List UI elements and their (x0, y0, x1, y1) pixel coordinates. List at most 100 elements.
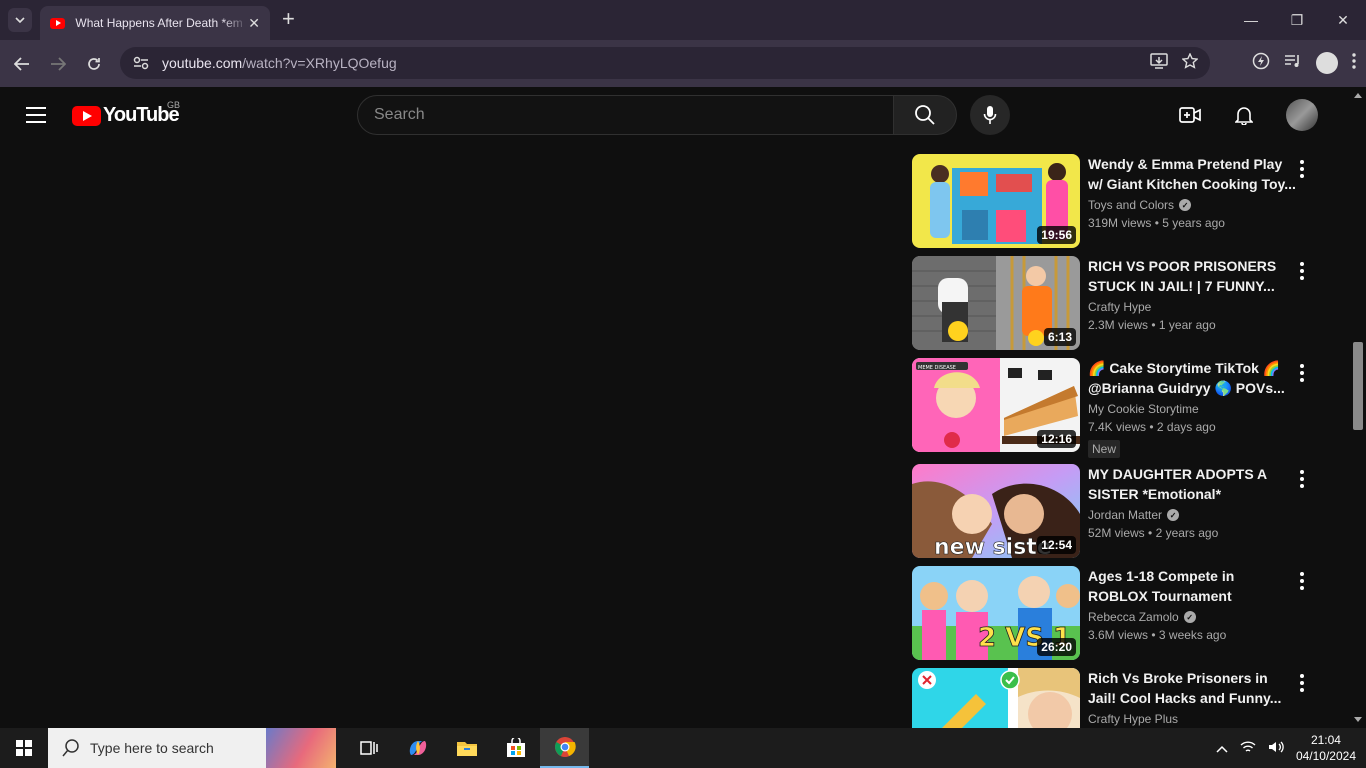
video-title[interactable]: RICH VS POOR PRISONERS STUCK IN JAIL! | … (1088, 256, 1298, 296)
video-title[interactable]: Wendy & Emma Pretend Play w/ Giant Kitch… (1088, 154, 1298, 194)
browser-tab-strip: What Happens After Death *em ✕ + — ❐ ✕ (0, 0, 1366, 40)
profile-avatar-icon[interactable] (1316, 52, 1338, 74)
close-tab-icon[interactable]: ✕ (248, 15, 260, 32)
video-stats: 2.3M views • 1 year ago (1088, 318, 1216, 332)
microsoft-store-icon[interactable] (491, 728, 540, 768)
microphone-icon (983, 106, 997, 124)
url-text[interactable]: youtube.com/watch?v=XRhyLQOefug (162, 55, 397, 71)
media-control-icon[interactable] (1284, 53, 1302, 73)
channel-row: Crafty Hype (1088, 300, 1298, 314)
masthead-actions (1170, 95, 1318, 135)
more-actions-icon[interactable] (1298, 470, 1306, 488)
video-details: Ages 1-18 Compete in ROBLOX Tournament R… (1088, 566, 1298, 642)
youtube-logo[interactable]: YouTube GB (72, 100, 180, 127)
scroll-down-arrow-icon[interactable] (1354, 717, 1362, 722)
youtube-masthead: YouTube GB (0, 87, 1350, 143)
video-item[interactable]: 6:13 RICH VS POOR PRISONERS STUCK IN JAI… (912, 256, 1332, 352)
new-badge: New (1088, 440, 1121, 458)
chrome-taskbar-icon[interactable] (540, 728, 589, 768)
taskbar-search[interactable]: Type here to search (48, 728, 336, 768)
video-stats: 52M views • 2 years ago (1088, 526, 1219, 540)
video-title[interactable]: Rich Vs Broke Prisoners in Jail! Cool Ha… (1088, 668, 1298, 708)
more-actions-icon[interactable] (1298, 364, 1306, 382)
channel-name[interactable]: Crafty Hype Plus (1088, 712, 1178, 726)
scrollbar-thumb[interactable] (1353, 342, 1363, 430)
video-details: Wendy & Emma Pretend Play w/ Giant Kitch… (1088, 154, 1298, 230)
video-item[interactable]: new siste 12:54 MY DAUGHTER ADOPTS A SIS… (912, 464, 1332, 560)
video-title[interactable]: MY DAUGHTER ADOPTS A SISTER *Emotional* (1088, 464, 1298, 504)
search-input[interactable] (374, 106, 893, 124)
back-arrow-icon[interactable] (10, 52, 34, 76)
close-window-icon[interactable]: ✕ (1320, 0, 1366, 40)
page-scrollbar[interactable] (1350, 87, 1366, 728)
youtube-favicon-icon (50, 17, 66, 29)
video-details: 🌈 Cake Storytime TikTok 🌈 @Brianna Guidr… (1088, 358, 1298, 458)
more-actions-icon[interactable] (1298, 262, 1306, 280)
performance-icon[interactable] (1252, 52, 1270, 74)
channel-name[interactable]: Rebecca Zamolo (1088, 610, 1179, 624)
volume-icon[interactable] (1268, 740, 1284, 757)
more-actions-icon[interactable] (1298, 160, 1306, 178)
search-icon (915, 105, 935, 125)
channel-name[interactable]: Crafty Hype (1088, 300, 1151, 314)
show-hidden-icons-chevron-icon[interactable] (1216, 741, 1228, 756)
notifications-bell-icon[interactable] (1224, 95, 1264, 135)
search-box (357, 95, 894, 135)
video-thumbnail[interactable]: MEME DISEASE 12:16 (912, 358, 1080, 452)
search-icon (62, 739, 79, 757)
more-actions-icon[interactable] (1298, 674, 1306, 692)
video-item[interactable]: 2 VS 1 26:20 Ages 1-18 Compete in ROBLOX… (912, 566, 1332, 662)
view-count: 3.6M views (1088, 628, 1149, 642)
video-duration: 26:20 (1037, 638, 1076, 656)
restore-icon[interactable]: ❐ (1274, 0, 1320, 40)
clock[interactable]: 21:04 04/10/2024 (1296, 732, 1356, 764)
video-thumbnail[interactable]: 19:56 (912, 154, 1080, 248)
voice-search-button[interactable] (970, 95, 1010, 135)
video-thumbnail[interactable]: 2 VS 1 26:20 (912, 566, 1080, 660)
video-title[interactable]: Ages 1-18 Compete in ROBLOX Tournament (1088, 566, 1298, 606)
channel-name[interactable]: Jordan Matter (1088, 508, 1162, 522)
window-controls: — ❐ ✕ (1228, 0, 1366, 40)
video-thumbnail[interactable] (912, 668, 1080, 728)
new-tab-button[interactable]: + (282, 8, 295, 30)
video-thumbnail[interactable]: new siste 12:54 (912, 464, 1080, 558)
guide-menu-icon[interactable] (26, 107, 46, 123)
video-item[interactable]: 19:56 Wendy & Emma Pretend Play w/ Giant… (912, 154, 1332, 250)
channel-name[interactable]: Toys and Colors (1088, 198, 1174, 212)
system-tray: 21:04 04/10/2024 (1216, 728, 1356, 768)
browser-tab-active[interactable]: What Happens After Death *em ✕ (40, 6, 270, 40)
chrome-menu-icon[interactable] (1352, 53, 1356, 73)
minimize-icon[interactable]: — (1228, 0, 1274, 40)
video-details: MY DAUGHTER ADOPTS A SISTER *Emotional* … (1088, 464, 1298, 540)
search-button[interactable] (893, 95, 957, 135)
network-icon[interactable] (1240, 740, 1256, 757)
upload-age: 2 days ago (1156, 420, 1216, 434)
site-info-icon[interactable] (132, 54, 150, 72)
task-view-icon[interactable] (344, 728, 393, 768)
video-duration: 12:16 (1037, 430, 1076, 448)
account-avatar[interactable] (1286, 99, 1318, 131)
more-actions-icon[interactable] (1298, 572, 1306, 590)
create-video-icon[interactable] (1170, 95, 1210, 135)
verified-check-icon: ✓ (1179, 199, 1192, 211)
video-title[interactable]: 🌈 Cake Storytime TikTok 🌈 @Brianna Guidr… (1088, 358, 1298, 398)
tab-search-button[interactable] (8, 8, 32, 32)
install-app-icon[interactable] (1150, 53, 1168, 73)
copilot-icon[interactable] (393, 728, 442, 768)
reload-icon[interactable] (82, 52, 106, 76)
bookmark-star-icon[interactable] (1181, 52, 1199, 73)
scroll-up-arrow-icon[interactable] (1354, 93, 1362, 98)
channel-row: Rebecca Zamolo ✓ (1088, 610, 1298, 624)
forward-arrow-icon[interactable] (46, 52, 70, 76)
channel-name[interactable]: My Cookie Storytime (1088, 402, 1199, 416)
windows-start-icon[interactable] (16, 740, 32, 756)
video-thumbnail[interactable]: 6:13 (912, 256, 1080, 350)
address-bar[interactable]: youtube.com/watch?v=XRhyLQOefug (120, 47, 1210, 79)
youtube-play-logo-icon (72, 105, 101, 126)
video-item[interactable]: MEME DISEASE 12:16 🌈 Cake Storytime TikT… (912, 358, 1332, 458)
video-item[interactable]: Rich Vs Broke Prisoners in Jail! Cool Ha… (912, 668, 1332, 728)
verified-check-icon: ✓ (1183, 611, 1196, 623)
thumbnail-overlay-text: new siste (934, 535, 1052, 558)
url-path: /watch?v=XRhyLQOefug (242, 55, 397, 71)
file-explorer-icon[interactable] (442, 728, 491, 768)
